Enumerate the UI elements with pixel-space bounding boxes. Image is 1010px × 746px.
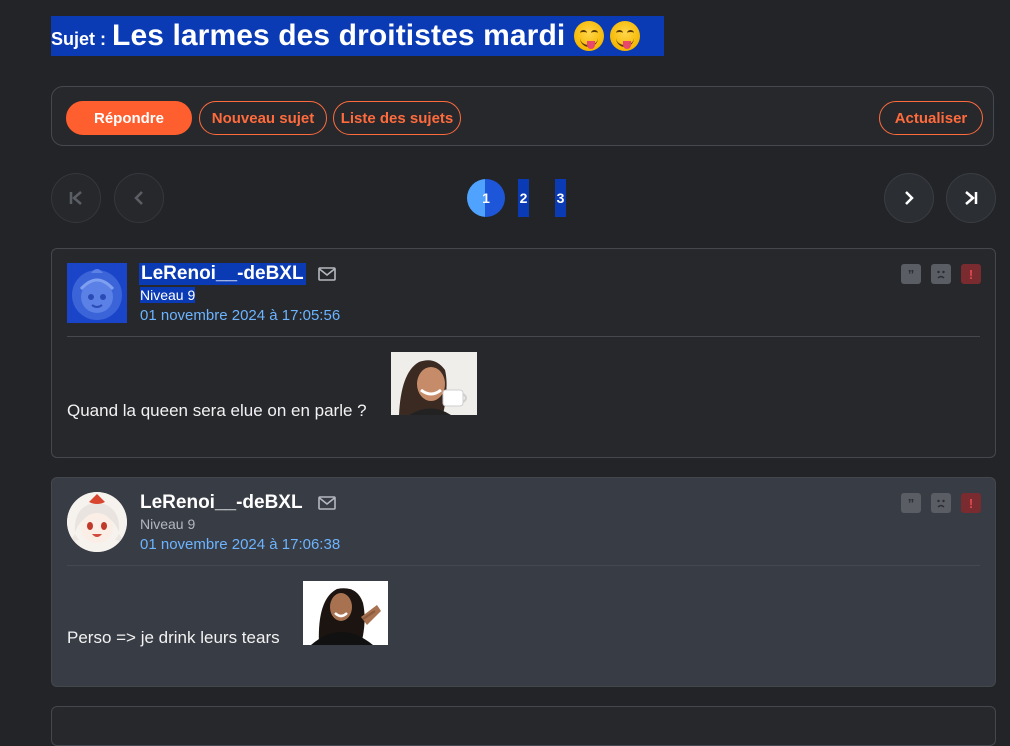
last-page-button[interactable] <box>946 173 996 223</box>
avatar-image <box>72 269 122 320</box>
post-divider <box>67 565 980 566</box>
topic-toolbar: Répondre Nouveau sujet Liste des sujets … <box>51 86 994 146</box>
page-link-2[interactable]: 2 <box>518 179 529 217</box>
mail-icon[interactable] <box>318 267 336 281</box>
avatar-image <box>67 492 127 552</box>
post: LeRenoi__-deBXL Niveau 9 01 novembre 202… <box>51 248 996 458</box>
post-divider <box>67 336 980 337</box>
post: LeRenoi__-deBXL Niveau 9 01 novembre 202… <box>51 477 996 687</box>
mail-icon[interactable] <box>318 496 336 510</box>
sad-face-icon[interactable] <box>931 264 951 284</box>
author-level: Niveau 9 <box>140 516 196 532</box>
post-image[interactable] <box>303 581 388 645</box>
topic-title-text: Les larmes des droitistes mardi <box>112 19 566 52</box>
post-date[interactable]: 01 novembre 2024 à 17:05:56 <box>140 307 340 324</box>
avatar[interactable] <box>67 492 127 552</box>
last-page-icon <box>965 191 978 205</box>
post-actions: ” ! <box>901 264 981 284</box>
page-link-3[interactable]: 3 <box>555 179 566 217</box>
post-image[interactable] <box>391 352 477 415</box>
refresh-button[interactable]: Actualiser <box>879 101 983 135</box>
new-topic-button[interactable]: Nouveau sujet <box>199 101 327 135</box>
topic-prefix: Sujet : <box>51 28 107 49</box>
page-link-1[interactable]: 1 <box>467 179 505 217</box>
face-with-tongue-icon <box>610 21 641 51</box>
prev-page-button[interactable] <box>114 173 164 223</box>
post-actions: ” ! <box>901 493 981 513</box>
avatar[interactable] <box>67 263 127 323</box>
topic-list-button[interactable]: Liste des sujets <box>333 101 461 135</box>
first-page-button[interactable] <box>51 173 101 223</box>
author-name[interactable]: LeRenoi__-deBXL <box>140 492 303 514</box>
post-message: Quand la queen sera elue on en parle ? <box>67 401 367 420</box>
author-level: Niveau 9 <box>140 287 196 303</box>
report-icon[interactable]: ! <box>961 493 981 513</box>
next-page-button[interactable] <box>884 173 934 223</box>
topic-title: Sujet : Les larmes des droitistes mardi <box>51 16 664 56</box>
post-date[interactable]: 01 novembre 2024 à 17:06:38 <box>140 536 340 553</box>
face-with-tongue-icon <box>574 21 605 51</box>
quote-icon[interactable]: ” <box>901 264 921 284</box>
first-page-icon <box>69 191 82 205</box>
author-name[interactable]: LeRenoi__-deBXL <box>139 263 306 285</box>
post-message: Perso => je drink leurs tears <box>67 628 280 647</box>
report-icon[interactable]: ! <box>961 264 981 284</box>
post <box>51 706 996 746</box>
chevron-left-icon <box>134 191 143 205</box>
sad-face-icon[interactable] <box>931 493 951 513</box>
chevron-right-icon <box>905 191 914 205</box>
quote-icon[interactable]: ” <box>901 493 921 513</box>
reply-button[interactable]: Répondre <box>66 101 192 135</box>
